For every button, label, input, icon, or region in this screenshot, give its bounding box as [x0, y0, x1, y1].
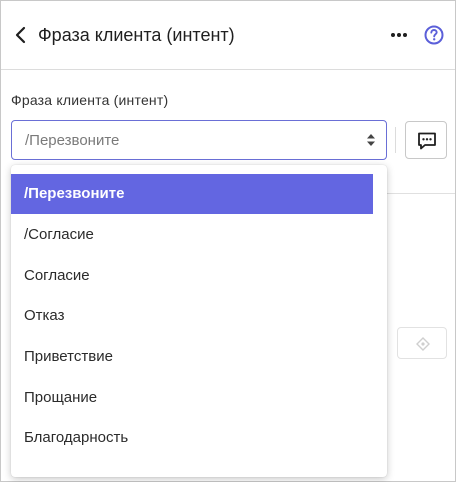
intent-field-label: Фраза клиента (интент)	[11, 92, 169, 108]
test-phrase-button[interactable]	[405, 121, 447, 159]
dropdown-option[interactable]: Согласие	[11, 256, 373, 296]
intent-panel: Фраза клиента (интент) Фраза клиента (ин…	[0, 0, 456, 482]
panel-header: Фраза клиента (интент)	[1, 1, 455, 70]
message-dots-icon	[418, 132, 436, 150]
back-button[interactable]	[11, 24, 31, 46]
sort-arrows-icon	[367, 134, 375, 146]
page-title: Фраза клиента (интент)	[38, 25, 235, 45]
dropdown-option[interactable]: /Перезвоните	[11, 174, 373, 214]
intent-select-value: /Перезвоните	[25, 132, 120, 149]
chevron-left-icon	[15, 26, 26, 44]
dropdown-option[interactable]: Прощание	[11, 378, 373, 418]
more-horizontal-icon	[391, 33, 407, 37]
target-icon	[416, 337, 430, 351]
section-divider	[387, 193, 455, 194]
dropdown-option[interactable]: Отказ	[11, 296, 373, 336]
dropdown-option[interactable]: Приветствие	[11, 337, 373, 377]
more-options-button[interactable]	[387, 25, 411, 45]
help-circle-icon	[424, 25, 444, 45]
intent-dropdown-menu: /Перезвоните /Согласие Согласие Отказ Пр…	[11, 165, 387, 477]
intent-select[interactable]: /Перезвоните	[11, 120, 387, 160]
disabled-action-button[interactable]	[397, 327, 447, 359]
toolbar-divider	[395, 127, 396, 153]
dropdown-option[interactable]: Благодарность	[11, 418, 373, 458]
dropdown-option[interactable]: /Согласие	[11, 215, 373, 255]
help-button[interactable]	[423, 24, 445, 46]
